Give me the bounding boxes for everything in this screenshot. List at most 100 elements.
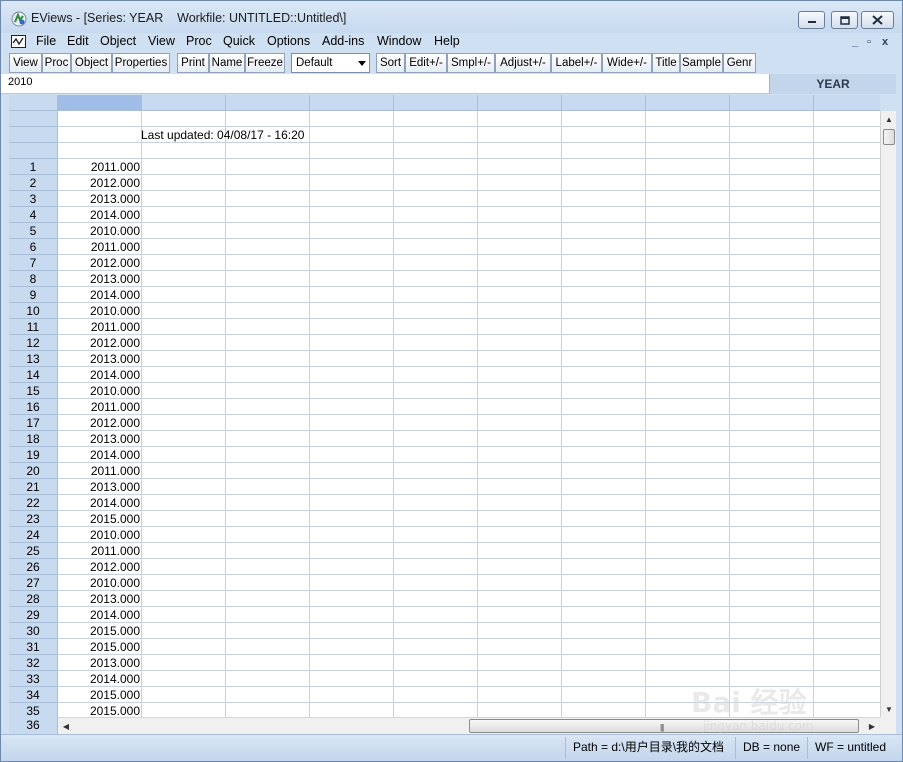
row-header-blank[interactable]	[9, 143, 58, 159]
column-header[interactable]	[814, 95, 880, 111]
table-cell-value[interactable]: 2011.000	[58, 399, 142, 415]
row-header[interactable]: 10	[9, 303, 58, 319]
object-button[interactable]: Object	[71, 53, 112, 73]
row-header[interactable]: 29	[9, 607, 58, 623]
scroll-up-arrow-icon[interactable]: ▲	[881, 111, 897, 127]
column-header[interactable]	[730, 95, 814, 111]
table-cell-value[interactable]: 2011.000	[58, 463, 142, 479]
table-cell-value[interactable]: 2013.000	[58, 591, 142, 607]
row-header-36[interactable]: 36	[9, 717, 58, 734]
child-restore-button[interactable]: ▫	[867, 36, 871, 48]
row-header[interactable]: 11	[9, 319, 58, 335]
vertical-scrollbar[interactable]: ▲ ▼	[880, 111, 896, 717]
row-header[interactable]: 31	[9, 639, 58, 655]
child-close-button[interactable]: x	[882, 36, 888, 48]
row-header[interactable]: 19	[9, 447, 58, 463]
column-header[interactable]	[646, 95, 730, 111]
row-header-blank[interactable]	[9, 127, 58, 143]
menu-quick[interactable]: Quick	[223, 34, 255, 48]
table-cell-value[interactable]: 2011.000	[58, 543, 142, 559]
row-header[interactable]: 27	[9, 575, 58, 591]
minimize-button[interactable]	[798, 11, 825, 29]
table-cell-value[interactable]: 2013.000	[58, 479, 142, 495]
row-header[interactable]: 20	[9, 463, 58, 479]
row-header[interactable]: 16	[9, 399, 58, 415]
table-cell-value[interactable]: 2013.000	[58, 191, 142, 207]
row-header[interactable]: 22	[9, 495, 58, 511]
row-header[interactable]: 25	[9, 543, 58, 559]
row-header[interactable]: 12	[9, 335, 58, 351]
table-cell-value[interactable]: 2012.000	[58, 335, 142, 351]
table-cell-value[interactable]: 2015.000	[58, 703, 142, 717]
row-header-blank[interactable]	[9, 111, 58, 127]
table-cell-value[interactable]: 2012.000	[58, 415, 142, 431]
table-cell-value[interactable]: 2014.000	[58, 287, 142, 303]
label-toggle-button[interactable]: Label+/-	[551, 53, 602, 73]
row-header[interactable]: 13	[9, 351, 58, 367]
table-cell-value[interactable]: 2010.000	[58, 303, 142, 319]
table-cell-value[interactable]: 2010.000	[58, 383, 142, 399]
object-window-icon[interactable]	[11, 35, 26, 48]
proc-button[interactable]: Proc	[42, 53, 71, 73]
menu-file[interactable]: File	[36, 34, 56, 48]
menu-window[interactable]: Window	[377, 34, 421, 48]
cell-edit-field[interactable]: 2010	[1, 74, 769, 94]
table-cell-value[interactable]: 2013.000	[58, 271, 142, 287]
row-header[interactable]: 35	[9, 703, 58, 717]
column-header-year[interactable]	[58, 95, 142, 111]
table-cell-value[interactable]: 2014.000	[58, 447, 142, 463]
grid-corner-header[interactable]	[9, 95, 58, 111]
row-header[interactable]: 9	[9, 287, 58, 303]
row-header[interactable]: 33	[9, 671, 58, 687]
row-header[interactable]: 4	[9, 207, 58, 223]
properties-button[interactable]: Properties	[112, 53, 170, 73]
scroll-down-arrow-icon[interactable]: ▼	[881, 701, 897, 717]
row-header[interactable]: 28	[9, 591, 58, 607]
table-cell-value[interactable]: 2010.000	[58, 527, 142, 543]
row-header[interactable]: 14	[9, 367, 58, 383]
table-cell-value[interactable]: 2014.000	[58, 607, 142, 623]
menu-object[interactable]: Object	[100, 34, 136, 48]
menu-add-ins[interactable]: Add-ins	[322, 34, 364, 48]
title-button[interactable]: Title	[652, 53, 680, 73]
close-button[interactable]	[861, 11, 894, 29]
table-cell-value[interactable]: 2015.000	[58, 639, 142, 655]
scroll-left-arrow-icon[interactable]: ◀	[58, 718, 74, 734]
menu-options[interactable]: Options	[267, 34, 310, 48]
sort-button[interactable]: Sort	[376, 53, 405, 73]
table-cell-value[interactable]: 2015.000	[58, 511, 142, 527]
horizontal-scroll-thumb[interactable]: |||	[469, 719, 859, 733]
table-cell-value[interactable]: 2014.000	[58, 671, 142, 687]
table-cell-value[interactable]: 2013.000	[58, 431, 142, 447]
spreadsheet-grid[interactable]: Last updated: 04/08/17 - 16:20 1 2011.000…	[9, 95, 880, 717]
column-header[interactable]	[478, 95, 562, 111]
table-cell-value[interactable]: 2014.000	[58, 207, 142, 223]
menu-help[interactable]: Help	[434, 34, 460, 48]
table-cell-value[interactable]: 2014.000	[58, 367, 142, 383]
title-bar[interactable]: EViews - [Series: YEAR Workfile: UNTITLE…	[1, 1, 902, 33]
column-header[interactable]	[394, 95, 478, 111]
genr-button[interactable]: Genr	[723, 53, 756, 73]
row-header[interactable]: 2	[9, 175, 58, 191]
table-cell-value[interactable]: 2015.000	[58, 623, 142, 639]
smpl-toggle-button[interactable]: Smpl+/-	[447, 53, 495, 73]
freeze-button[interactable]: Freeze	[245, 53, 285, 73]
print-button[interactable]: Print	[177, 53, 209, 73]
row-header[interactable]: 17	[9, 415, 58, 431]
edit-toggle-button[interactable]: Edit+/-	[405, 53, 447, 73]
column-header[interactable]	[562, 95, 646, 111]
row-header[interactable]: 3	[9, 191, 58, 207]
child-minimize-button[interactable]: _	[852, 36, 858, 48]
display-format-select[interactable]: Default	[291, 53, 370, 73]
sample-button[interactable]: Sample	[680, 53, 723, 73]
scroll-right-arrow-icon[interactable]: ▶	[864, 718, 880, 734]
row-header[interactable]: 26	[9, 559, 58, 575]
adjust-toggle-button[interactable]: Adjust+/-	[495, 53, 551, 73]
table-cell-value[interactable]: 2013.000	[58, 351, 142, 367]
row-header[interactable]: 1	[9, 159, 58, 175]
maximize-button[interactable]	[831, 11, 858, 29]
table-cell-value[interactable]: 2011.000	[58, 319, 142, 335]
table-cell-value[interactable]: 2015.000	[58, 687, 142, 703]
row-header[interactable]: 5	[9, 223, 58, 239]
menu-view[interactable]: View	[148, 34, 175, 48]
